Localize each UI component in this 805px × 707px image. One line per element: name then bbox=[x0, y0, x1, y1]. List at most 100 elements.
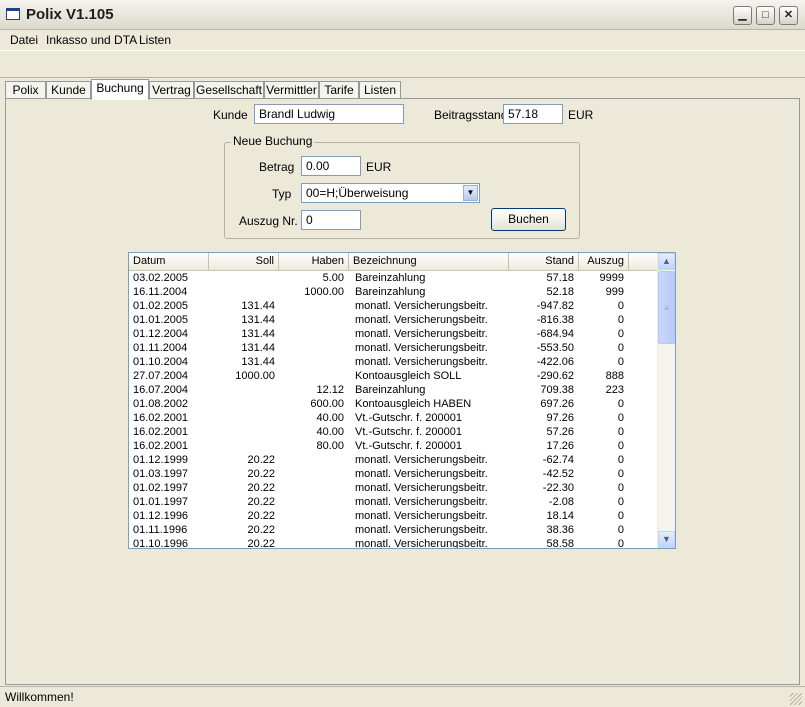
table-cell-datum: 01.10.1996 bbox=[133, 538, 189, 549]
table-cell-stand: -290.62 bbox=[536, 370, 574, 382]
table-cell-bezeichnung: Bareinzahlung bbox=[355, 384, 426, 396]
scroll-thumb[interactable]: ≡ bbox=[658, 271, 675, 344]
table-cell-stand: 57.18 bbox=[546, 272, 574, 284]
table-cell-soll: 20.22 bbox=[247, 496, 275, 508]
resize-grip-icon[interactable] bbox=[790, 693, 802, 705]
table-cell-datum: 16.02.2001 bbox=[133, 426, 189, 438]
table-cell-auszug: 0 bbox=[617, 328, 624, 340]
menu-bar: Datei Inkasso und DTA Listen bbox=[0, 30, 805, 50]
table-cell-stand: -553.50 bbox=[536, 342, 574, 354]
auszug-label: Auszug Nr. bbox=[239, 214, 298, 228]
tab-polix[interactable]: Polix bbox=[5, 81, 46, 99]
table-cell-stand: -62.74 bbox=[542, 454, 574, 466]
column-bezeichnung[interactable]: Bezeichnung bbox=[349, 253, 509, 270]
menu-inkasso-und-dta[interactable]: Inkasso und DTA bbox=[46, 33, 137, 47]
table-row[interactable]: 16.07.2004 12.12 Bareinzahlung 709.38 223 bbox=[129, 383, 659, 397]
title-bar[interactable]: Polix V1.105 ▁ □ ✕ bbox=[0, 0, 805, 30]
table-cell-soll: 131.44 bbox=[241, 328, 275, 340]
table-row[interactable]: 01.03.1997 20.22 monatl. Versicherungsbeit… bbox=[129, 467, 659, 481]
tab-vermittler[interactable]: Vermittler bbox=[264, 81, 319, 99]
vertical-scrollbar[interactable]: ▲ ≡ ▼ bbox=[657, 253, 675, 548]
tab-listen[interactable]: Listen bbox=[359, 81, 401, 99]
table-cell-haben bbox=[279, 341, 344, 355]
table-cell-datum: 01.02.1997 bbox=[133, 482, 189, 494]
tab-tarife[interactable]: Tarife bbox=[319, 81, 359, 99]
table-row[interactable]: 03.02.2005 5.00 Bareinzahlung 57.18 9999 bbox=[129, 271, 659, 285]
table-cell-soll bbox=[209, 285, 275, 299]
table-row[interactable]: 01.11.1996 20.22 monatl. Versicherungsbeit… bbox=[129, 523, 659, 537]
close-button[interactable]: ✕ bbox=[779, 6, 798, 25]
table-cell-bezeichnung: monatl. Versicherungsbeitr. bbox=[355, 314, 488, 326]
table-cell-datum: 01.08.2002 bbox=[133, 398, 189, 410]
table-cell-haben: 80.00 bbox=[316, 440, 344, 452]
table-row[interactable]: 01.01.2005 131.44 monatl. Versicherungsbei… bbox=[129, 313, 659, 327]
table-cell-auszug: 0 bbox=[617, 300, 624, 312]
table-row[interactable]: 01.11.2004 131.44 monatl. Versicherungsbei… bbox=[129, 341, 659, 355]
table-row[interactable]: 01.02.2005 131.44 monatl. Versicherungsbei… bbox=[129, 299, 659, 313]
table-cell-datum: 01.01.1997 bbox=[133, 496, 189, 508]
minimize-button[interactable]: ▁ bbox=[733, 6, 752, 25]
scroll-up-button[interactable]: ▲ bbox=[658, 253, 675, 270]
table-row[interactable]: 01.12.1999 20.22 monatl. Versicherungsbeit… bbox=[129, 453, 659, 467]
column-auszug[interactable]: Auszug bbox=[579, 253, 629, 270]
chevron-down-icon[interactable]: ▼ bbox=[463, 185, 478, 201]
table-cell-auszug: 0 bbox=[617, 314, 624, 326]
table-cell-soll bbox=[209, 439, 275, 453]
table-row[interactable]: 27.07.2004 1000.00 Kontoausgleich SOLL -290… bbox=[129, 369, 659, 383]
buchen-button[interactable]: Buchen bbox=[491, 208, 566, 231]
typ-select[interactable]: 00=H;Überweisung ▼ bbox=[301, 183, 480, 203]
betrag-label: Betrag bbox=[259, 160, 295, 174]
table-cell-auszug: 888 bbox=[605, 370, 624, 382]
table-row[interactable]: 01.10.2004 131.44 monatl. Versicherungsbei… bbox=[129, 355, 659, 369]
table-cell-haben bbox=[279, 523, 344, 537]
table-cell-haben: 600.00 bbox=[310, 398, 344, 410]
table-cell-soll: 131.44 bbox=[241, 342, 275, 354]
column-stand[interactable]: Stand bbox=[509, 253, 579, 270]
table-row[interactable]: 01.12.1996 20.22 monatl. Versicherungsbeit… bbox=[129, 509, 659, 523]
table-row[interactable]: 16.02.2001 40.00 Vt.-Gutschr. f. 200001 57.… bbox=[129, 425, 659, 439]
table-cell-haben bbox=[279, 313, 344, 327]
maximize-button[interactable]: □ bbox=[756, 6, 775, 25]
table-header: Datum Soll Haben Bezeichnung Stand Auszu… bbox=[129, 253, 659, 271]
table-row[interactable]: 01.12.2004 131.44 monatl. Versicherungsbei… bbox=[129, 327, 659, 341]
menu-datei[interactable]: Datei bbox=[10, 33, 38, 47]
table-cell-bezeichnung: monatl. Versicherungsbeitr. bbox=[355, 510, 488, 522]
table-cell-stand: 697.26 bbox=[540, 398, 574, 410]
table-cell-haben bbox=[279, 355, 344, 369]
table-row[interactable]: 16.02.2001 80.00 Vt.-Gutschr. f. 200001 17.… bbox=[129, 439, 659, 453]
table-cell-datum: 01.12.2004 bbox=[133, 328, 189, 340]
table-cell-stand: -42.52 bbox=[542, 468, 574, 480]
betrag-input[interactable]: 0.00 bbox=[301, 156, 361, 176]
tab-kunde[interactable]: Kunde bbox=[46, 81, 91, 99]
table-cell-datum: 01.12.1996 bbox=[133, 510, 189, 522]
tab-buchung[interactable]: Buchung bbox=[91, 79, 149, 100]
column-haben[interactable]: Haben bbox=[279, 253, 349, 270]
table-cell-auszug: 0 bbox=[617, 342, 624, 354]
table-cell-soll bbox=[209, 397, 275, 411]
table-cell-auszug: 223 bbox=[605, 384, 624, 396]
auszug-input[interactable]: 0 bbox=[301, 210, 361, 230]
table-row[interactable]: 16.11.2004 1000.00 Bareinzahlung 52.18 999 bbox=[129, 285, 659, 299]
column-soll[interactable]: Soll bbox=[209, 253, 279, 270]
beitragsstand-field[interactable]: 57.18 bbox=[503, 104, 563, 124]
table-row[interactable]: 16.02.2001 40.00 Vt.-Gutschr. f. 200001 97.… bbox=[129, 411, 659, 425]
table-cell-bezeichnung: monatl. Versicherungsbeitr. bbox=[355, 496, 488, 508]
kunde-field[interactable]: Brandl Ludwig bbox=[254, 104, 404, 124]
table-cell-soll: 131.44 bbox=[241, 314, 275, 326]
scroll-down-button[interactable]: ▼ bbox=[658, 531, 675, 548]
table-cell-stand: 709.38 bbox=[540, 384, 574, 396]
table-row[interactable]: 01.01.1997 20.22 monatl. Versicherungsbeit… bbox=[129, 495, 659, 509]
table-row[interactable]: 01.02.1997 20.22 monatl. Versicherungsbeit… bbox=[129, 481, 659, 495]
table-cell-soll: 20.22 bbox=[247, 538, 275, 549]
table-cell-haben bbox=[279, 495, 344, 509]
table-cell-bezeichnung: monatl. Versicherungsbeitr. bbox=[355, 356, 488, 368]
table-cell-soll: 131.44 bbox=[241, 300, 275, 312]
menu-listen[interactable]: Listen bbox=[139, 33, 171, 47]
chevron-up-icon: ▲ bbox=[662, 256, 671, 266]
table-row[interactable]: 01.10.1996 20.22 monatl. Versicherungsbeit… bbox=[129, 537, 659, 549]
table-cell-auszug: 0 bbox=[617, 510, 624, 522]
column-datum[interactable]: Datum bbox=[129, 253, 209, 270]
table-row[interactable]: 01.08.2002 600.00 Kontoausgleich HABEN 697.… bbox=[129, 397, 659, 411]
tab-gesellschaft[interactable]: Gesellschaft bbox=[194, 81, 264, 99]
tab-vertrag[interactable]: Vertrag bbox=[149, 81, 194, 99]
